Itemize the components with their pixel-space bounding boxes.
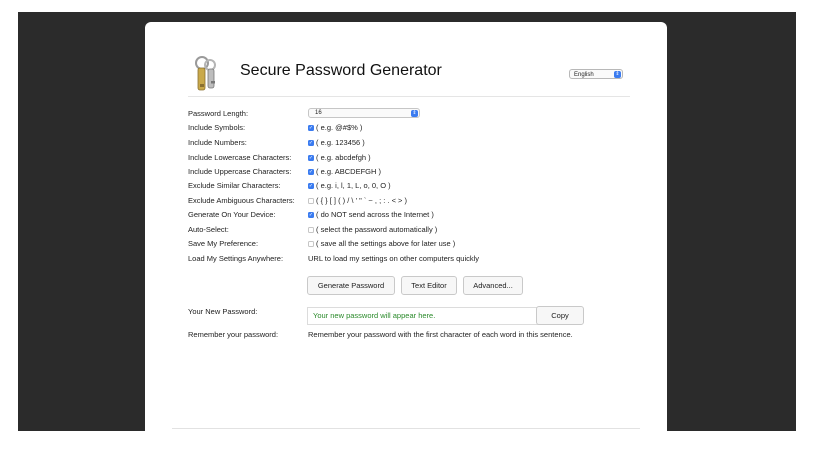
- language-select[interactable]: English ⇕: [569, 69, 623, 79]
- remember-password-text: Remember your password with the first ch…: [308, 330, 573, 339]
- include-uppercase-label: Include Uppercase Characters:: [188, 167, 292, 176]
- exclude-ambiguous-checkbox[interactable]: [308, 198, 314, 204]
- save-preference-label: Save My Preference:: [188, 239, 259, 248]
- include-numbers-checkbox[interactable]: ✓: [308, 140, 314, 146]
- new-password-label: Your New Password:: [188, 307, 258, 316]
- include-symbols-checkbox[interactable]: ✓: [308, 125, 314, 131]
- generate-on-device-hint: ( do NOT send across the Internet ): [316, 210, 434, 219]
- include-numbers-hint: ( e.g. 123456 ): [316, 138, 365, 147]
- text-editor-button[interactable]: Text Editor: [401, 276, 457, 295]
- generator-card: Secure Password Generator English ⇕ Pass…: [145, 22, 667, 431]
- password-output-field[interactable]: Your new password will appear here.: [307, 307, 545, 325]
- advanced-button[interactable]: Advanced...: [463, 276, 523, 295]
- chevron-updown-icon: ⇕: [614, 71, 621, 78]
- auto-select-hint: ( select the password automatically ): [316, 225, 438, 234]
- load-settings-label: Load My Settings Anywhere:: [188, 254, 284, 263]
- password-length-select[interactable]: 16 ⇕: [308, 108, 420, 118]
- include-symbols-label: Include Symbols:: [188, 123, 246, 132]
- exclude-similar-checkbox[interactable]: ✓: [308, 183, 314, 189]
- auto-select-checkbox[interactable]: [308, 227, 314, 233]
- include-uppercase-checkbox[interactable]: ✓: [308, 169, 314, 175]
- keys-icon: [191, 54, 223, 94]
- auto-select-label: Auto-Select:: [188, 225, 229, 234]
- password-length-label: Password Length:: [188, 109, 249, 118]
- header: Secure Password Generator English ⇕: [188, 52, 630, 97]
- remember-password-label: Remember your password:: [188, 330, 279, 339]
- generate-on-device-checkbox[interactable]: ✓: [308, 212, 314, 218]
- save-preference-checkbox[interactable]: [308, 241, 314, 247]
- footer-divider: [172, 428, 640, 429]
- include-lowercase-hint: ( e.g. abcdefgh ): [316, 153, 371, 162]
- generate-password-button[interactable]: Generate Password: [307, 276, 395, 295]
- language-value: English: [574, 72, 594, 78]
- password-length-value: 16: [315, 110, 322, 116]
- include-lowercase-label: Include Lowercase Characters:: [188, 153, 292, 162]
- include-symbols-hint: ( e.g. @#$% ): [316, 123, 363, 132]
- load-settings-link[interactable]: URL to load my settings on other compute…: [308, 253, 479, 265]
- exclude-similar-label: Exclude Similar Characters:: [188, 181, 281, 190]
- include-lowercase-checkbox[interactable]: ✓: [308, 155, 314, 161]
- save-preference-hint: ( save all the settings above for later …: [316, 239, 456, 248]
- copy-button[interactable]: Copy: [536, 306, 584, 325]
- exclude-similar-hint: ( e.g. i, l, 1, L, o, 0, O ): [316, 181, 391, 190]
- exclude-ambiguous-label: Exclude Ambiguous Characters:: [188, 196, 295, 205]
- include-numbers-label: Include Numbers:: [188, 138, 247, 147]
- exclude-ambiguous-hint: ( { } [ ] ( ) / \ ' " ` ~ , ; : . < > ): [316, 196, 407, 205]
- include-uppercase-hint: ( e.g. ABCDEFGH ): [316, 167, 382, 176]
- page-title: Secure Password Generator: [240, 62, 442, 79]
- chevron-updown-icon: ⇕: [411, 110, 418, 117]
- generate-on-device-label: Generate On Your Device:: [188, 210, 276, 219]
- password-output-placeholder: Your new password will appear here.: [313, 311, 436, 320]
